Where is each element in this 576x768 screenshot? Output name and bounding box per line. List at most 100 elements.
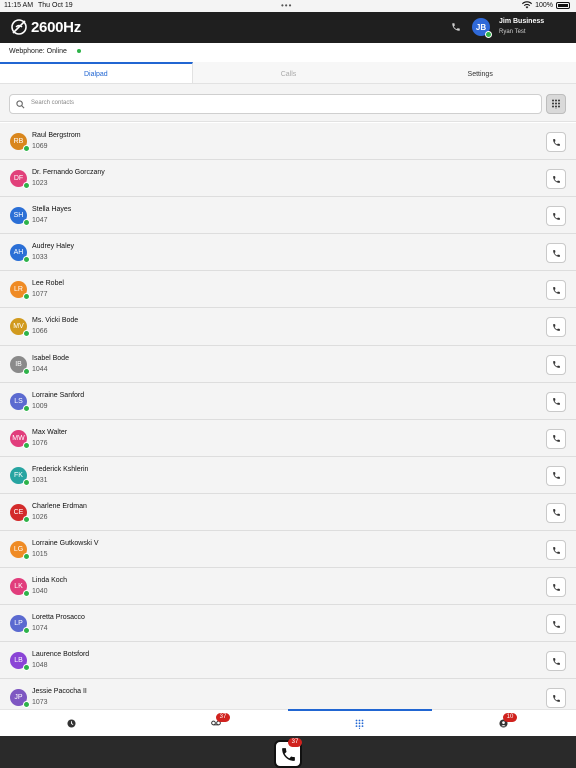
call-contact-button[interactable] — [546, 614, 566, 635]
contact-avatar: MW — [10, 429, 30, 449]
call-contact-button[interactable] — [546, 651, 566, 672]
contact-initials: MW — [12, 434, 25, 442]
contact-name: Lee Robel — [32, 280, 64, 288]
contact-avatar: IB — [10, 355, 30, 375]
contact-initials: RB — [13, 138, 24, 145]
online-presence-icon — [485, 31, 492, 38]
contact-name: Lorraine Sanford — [32, 391, 85, 399]
wifi-icon — [522, 1, 533, 9]
call-contact-button[interactable] — [546, 465, 566, 486]
webphone-status-label: Webphone: Online — [9, 48, 67, 55]
contact-extension: 1047 — [32, 217, 48, 225]
user-initials: JB — [475, 22, 487, 32]
battery-icon — [556, 1, 570, 9]
phone-icon — [552, 435, 560, 443]
contact-name: Ms. Vicki Bode — [32, 317, 79, 325]
logo-text: 2600Hz — [31, 18, 81, 36]
call-contact-button[interactable] — [546, 206, 566, 227]
voicemail-badge: 37 — [216, 713, 230, 722]
phone-icon — [552, 695, 560, 702]
contact-row[interactable]: LG Lorraine Gutkowski V 1015 — [0, 531, 576, 569]
tab-contacts[interactable]: 10 — [432, 710, 576, 736]
call-contact-button[interactable] — [546, 132, 566, 152]
contact-row[interactable]: LB Laurence Botsford 1048 — [0, 642, 576, 680]
contact-row[interactable]: SH Stella Hayes 1047 — [0, 197, 576, 235]
contact-row[interactable]: FK Frederick Kshlerin 1031 — [0, 456, 576, 494]
contact-row[interactable]: LK Linda Koch 1040 — [0, 568, 576, 606]
phone-icon — [552, 175, 560, 183]
call-contact-button[interactable] — [546, 391, 566, 412]
contact-row[interactable]: DF Dr. Fernando Gorczany 1023 — [0, 160, 576, 198]
online-dot-icon — [77, 49, 81, 53]
contact-row[interactable]: RB Raul Bergstrom 1069 — [0, 123, 576, 161]
contact-name: Laurence Botsford — [32, 651, 90, 659]
contact-row[interactable]: JP Jessie Pacocha II 1073 — [0, 679, 576, 709]
phone-icon[interactable] — [451, 22, 461, 32]
contact-name: Lorraine Gutkowski V — [32, 540, 99, 548]
contact-avatar: LP — [10, 615, 30, 635]
status-date: Thu Oct 19 — [38, 2, 73, 9]
app-screen: 11:15 AM Thu Oct 19 ••• 100% 2600Hz JB J… — [0, 0, 576, 768]
bottom-tab-bar: 37 10 — [0, 709, 576, 736]
system-status-bar: 11:15 AM Thu Oct 19 ••• 100% — [0, 0, 576, 12]
contact-initials: LP — [14, 620, 23, 628]
phone-icon — [552, 212, 560, 220]
tab-dialpad[interactable]: Dialpad — [0, 62, 193, 83]
contact-avatar: CE — [10, 503, 30, 523]
contact-row[interactable]: CE Charlene Erdman 1026 — [0, 493, 576, 532]
tab-dialpad-bottom[interactable] — [288, 709, 432, 736]
call-contact-button[interactable] — [546, 540, 566, 561]
call-contact-button[interactable] — [546, 502, 566, 523]
contact-row[interactable]: MV Ms. Vicki Bode 1066 — [0, 308, 576, 346]
multitasking-dots-icon[interactable]: ••• — [281, 1, 292, 10]
dialpad-icon — [355, 719, 364, 729]
contact-initials: FK — [14, 471, 23, 479]
tab-settings[interactable]: Settings — [384, 62, 576, 83]
contact-row[interactable]: LS Lorraine Sanford 1009 — [0, 382, 576, 420]
call-contact-button[interactable] — [546, 280, 566, 301]
contact-extension: 1026 — [32, 513, 48, 521]
call-contact-button[interactable] — [546, 577, 566, 598]
contact-list[interactable]: RB Raul Bergstrom 1069 DF Dr. Fernando Gorcz… — [0, 123, 576, 709]
online-presence-icon — [23, 256, 30, 264]
battery-percent: 100% — [535, 1, 553, 9]
call-contact-button[interactable] — [546, 243, 566, 264]
user-avatar[interactable]: JB — [472, 18, 492, 38]
contact-row[interactable]: LP Loretta Prosacco 1074 — [0, 605, 576, 643]
dock-app-icon[interactable]: 37 — [274, 738, 302, 768]
contact-extension: 1048 — [32, 662, 48, 670]
contact-row[interactable]: AH Audrey Haley 1033 — [0, 234, 576, 272]
contact-avatar: FK — [10, 466, 30, 486]
call-contact-button[interactable] — [546, 688, 566, 709]
status-time: 11:15 AM — [4, 2, 34, 9]
call-contact-button[interactable] — [546, 317, 566, 338]
call-contact-button[interactable] — [546, 169, 566, 190]
contacts-badge: 10 — [503, 713, 517, 722]
contact-extension: 1015 — [32, 551, 48, 559]
contact-row[interactable]: LR Lee Robel 1077 — [0, 271, 576, 309]
online-presence-icon — [23, 330, 30, 338]
online-presence-icon — [23, 515, 30, 523]
contact-row[interactable]: MW Max Walter 1076 — [0, 419, 576, 457]
tab-voicemail[interactable]: 37 — [144, 710, 288, 736]
call-contact-button[interactable] — [546, 428, 566, 449]
user-name[interactable]: Jim Business — [499, 18, 544, 25]
online-presence-icon — [23, 182, 30, 190]
tab-history[interactable] — [0, 710, 144, 736]
search-input[interactable]: Search contacts — [9, 94, 542, 114]
online-presence-icon — [23, 478, 30, 486]
show-dialpad-button[interactable] — [546, 94, 566, 114]
clock-icon — [67, 719, 76, 728]
contact-avatar: SH — [10, 207, 30, 227]
contact-name: Max Walter — [32, 428, 68, 436]
contact-avatar: AH — [10, 244, 30, 264]
contact-name: Jessie Pacocha II — [32, 688, 87, 696]
contact-name: Raul Bergstrom — [32, 132, 81, 139]
contact-extension: 1023 — [32, 180, 48, 188]
contact-row[interactable]: IB Isabel Bode 1044 — [0, 345, 576, 383]
call-contact-button[interactable] — [546, 354, 566, 375]
contact-extension: 1044 — [32, 365, 48, 373]
tab-calls[interactable]: Calls — [193, 62, 385, 83]
user-subtitle: Ryan Test — [499, 29, 526, 35]
contact-avatar: RB — [10, 133, 30, 152]
